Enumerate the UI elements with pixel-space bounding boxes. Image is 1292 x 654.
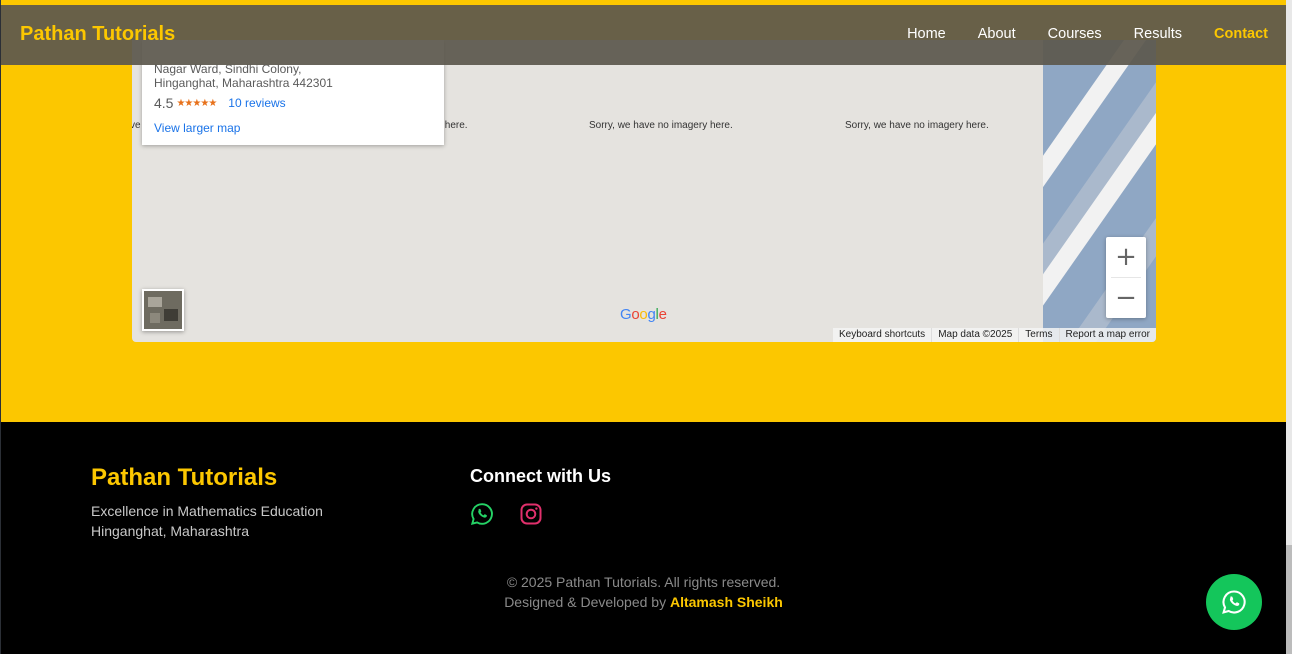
nav-link-results[interactable]: Results [1134, 26, 1182, 42]
keyboard-shortcuts-link[interactable]: Keyboard shortcuts [833, 328, 931, 342]
rating-value: 4.5 [154, 95, 174, 111]
nav-link-about[interactable]: About [978, 26, 1016, 42]
nav-link-courses[interactable]: Courses [1048, 26, 1102, 42]
page-scrollbar[interactable] [1286, 0, 1292, 654]
no-imagery-text: Sorry, we have no imagery here. [845, 120, 989, 131]
terms-link[interactable]: Terms [1018, 328, 1058, 342]
navbar-brand[interactable]: Pathan Tutorials [20, 23, 175, 46]
map-attribution-bar: Keyboard shortcuts Map data ©2025 Terms … [833, 328, 1156, 342]
copyright-text: © 2025 Pathan Tutorials. All rights rese… [506, 574, 781, 590]
footer-brand: Pathan Tutorials [91, 464, 278, 491]
whatsapp-float-button[interactable] [1206, 574, 1262, 630]
place-address: Nagar Ward, Sindhi Colony, Hinganghat, M… [154, 62, 333, 90]
designed-by-line: Designed & Developed by Altamash Sheikh [1, 594, 1286, 610]
no-imagery-text: ve [132, 120, 141, 131]
instagram-icon[interactable] [519, 502, 543, 526]
reviews-link[interactable]: 10 reviews [228, 96, 285, 110]
place-rating: 4.5 ★★★★★ 10 reviews [154, 95, 286, 111]
footer-location: Hinganghat, Maharashtra [91, 523, 249, 539]
nav-links: Home About Courses Results Contact [907, 26, 1268, 42]
nav-link-home[interactable]: Home [907, 26, 946, 42]
google-logo: Google [620, 306, 667, 323]
author-link[interactable]: Altamash Sheikh [670, 594, 783, 610]
report-map-error-link[interactable]: Report a map error [1058, 328, 1156, 342]
navbar: Pathan Tutorials Home About Courses Resu… [1, 5, 1286, 65]
zoom-controls: + − [1106, 237, 1146, 318]
no-imagery-text: Sorry, we have no imagery here. [589, 120, 733, 131]
connect-title: Connect with Us [470, 466, 612, 486]
view-larger-map-link[interactable]: View larger map [154, 121, 240, 135]
nav-link-contact[interactable]: Contact [1214, 26, 1268, 42]
rating-stars-icon: ★★★★★ [176, 97, 217, 109]
map-data-text: Map data ©2025 [931, 328, 1018, 342]
zoom-out-button[interactable]: − [1106, 278, 1146, 318]
scrollbar-thumb[interactable] [1286, 545, 1292, 654]
zoom-in-button[interactable]: + [1106, 237, 1146, 277]
designed-by-prefix: Designed & Developed by [504, 594, 667, 610]
google-map-embed[interactable]: ve y here. Sorry, we have no imagery her… [132, 40, 1156, 342]
whatsapp-icon [1222, 590, 1246, 614]
satellite-layer-toggle[interactable] [142, 289, 184, 331]
site-footer: Pathan Tutorials Excellence in Mathemati… [1, 422, 1286, 654]
whatsapp-icon[interactable] [470, 502, 494, 526]
footer-tagline: Excellence in Mathematics Education [91, 503, 323, 519]
